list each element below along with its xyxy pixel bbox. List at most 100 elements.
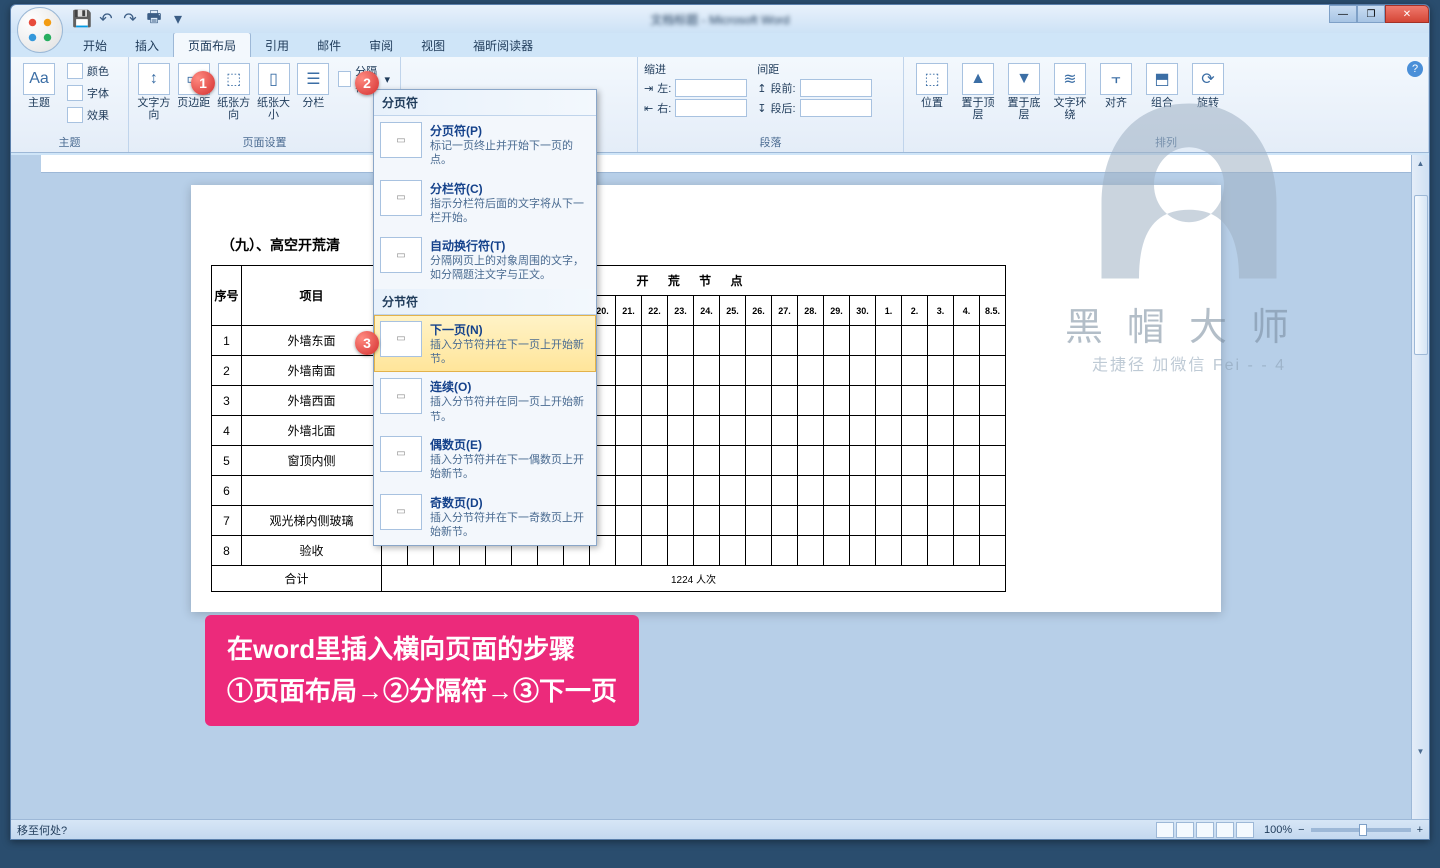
send-back-button[interactable]: ▼置于底层 bbox=[1002, 61, 1046, 123]
undo-icon[interactable]: ↶ bbox=[95, 8, 117, 30]
theme-fonts[interactable]: 字体 bbox=[63, 83, 113, 103]
dropdown-item[interactable]: ▭分栏符(C)指示分栏符后面的文字将从下一栏开始。 bbox=[374, 174, 596, 232]
node-col: 27. bbox=[772, 296, 798, 326]
print-icon[interactable]: 🖶 bbox=[143, 8, 165, 30]
table-cell bbox=[694, 476, 720, 506]
indent-left-input[interactable] bbox=[675, 79, 747, 97]
help-button[interactable]: ? bbox=[1407, 61, 1423, 77]
table-cell bbox=[928, 446, 954, 476]
tab-review[interactable]: 审阅 bbox=[355, 33, 407, 57]
size-button[interactable]: ▯纸张大小 bbox=[255, 61, 293, 123]
table-cell bbox=[980, 446, 1006, 476]
col-name: 项目 bbox=[242, 266, 382, 326]
dropdown-item[interactable]: ▭自动换行符(T)分隔网页上的对象周围的文字，如分隔题注文字与正文。 bbox=[374, 231, 596, 289]
zoom-in-icon[interactable]: + bbox=[1417, 824, 1423, 836]
vertical-scrollbar[interactable]: ▲ ▼ bbox=[1411, 155, 1429, 819]
statusbar: 移至何处? 100% − + bbox=[11, 819, 1429, 839]
office-button[interactable] bbox=[17, 7, 63, 53]
dd-section-page-breaks: 分页符 bbox=[374, 90, 596, 116]
indent-right-icon: ⇤ bbox=[644, 102, 653, 115]
qat-more-icon[interactable]: ▾ bbox=[167, 8, 189, 30]
table-cell bbox=[642, 506, 668, 536]
text-wrap-button[interactable]: ≋文字环绕 bbox=[1048, 61, 1092, 123]
table-row-seq: 2 bbox=[212, 356, 242, 386]
table-cell bbox=[902, 416, 928, 446]
table-cell bbox=[824, 536, 850, 566]
dropdown-item[interactable]: ▭分页符(P)标记一页终止并开始下一页的点。 bbox=[374, 116, 596, 174]
status-text: 移至何处? bbox=[17, 822, 67, 838]
themes-button[interactable]: Aa主题 bbox=[17, 61, 61, 111]
table-cell bbox=[980, 326, 1006, 356]
text-direction-button[interactable]: ↕文字方向 bbox=[135, 61, 173, 123]
table-cell bbox=[928, 356, 954, 386]
table-cell bbox=[850, 326, 876, 356]
group-button[interactable]: ⬒组合 bbox=[1140, 61, 1184, 111]
table-cell bbox=[876, 536, 902, 566]
table-cell bbox=[876, 356, 902, 386]
table-cell bbox=[850, 416, 876, 446]
break-type-icon: ▭ bbox=[380, 122, 422, 158]
table-row-name: 窗顶内侧 bbox=[242, 446, 382, 476]
table-cell bbox=[876, 416, 902, 446]
table-cell bbox=[798, 326, 824, 356]
dd-section-section-breaks: 分节符 bbox=[374, 289, 596, 315]
dropdown-item[interactable]: ▭连续(O)插入分节符并在同一页上开始新节。 bbox=[374, 372, 596, 430]
table-cell bbox=[876, 476, 902, 506]
indent-right-input[interactable] bbox=[675, 99, 747, 117]
table-cell bbox=[720, 326, 746, 356]
table-cell bbox=[720, 476, 746, 506]
close-button[interactable]: ✕ bbox=[1385, 5, 1429, 23]
tab-mailings[interactable]: 邮件 bbox=[303, 33, 355, 57]
table-cell bbox=[642, 416, 668, 446]
zoom-out-icon[interactable]: − bbox=[1298, 824, 1304, 836]
space-after-input[interactable] bbox=[800, 99, 872, 117]
dropdown-item[interactable]: ▭下一页(N)插入分节符并在下一页上开始新节。 bbox=[374, 315, 596, 373]
view-buttons[interactable] bbox=[1156, 822, 1254, 838]
table-cell bbox=[798, 536, 824, 566]
theme-effects[interactable]: 效果 bbox=[63, 105, 113, 125]
table-cell bbox=[720, 386, 746, 416]
redo-icon[interactable]: ↷ bbox=[119, 8, 141, 30]
zoom-control[interactable]: 100% − + bbox=[1264, 824, 1423, 836]
table-cell bbox=[798, 506, 824, 536]
theme-colors[interactable]: 颜色 bbox=[63, 61, 113, 81]
dropdown-item[interactable]: ▭偶数页(E)插入分节符并在下一偶数页上开始新节。 bbox=[374, 430, 596, 488]
table-row-seq: 1 bbox=[212, 326, 242, 356]
break-type-icon: ▭ bbox=[380, 436, 422, 472]
bring-front-button[interactable]: ▲置于顶层 bbox=[956, 61, 1000, 123]
group-arrange: ⬚位置 ▲置于顶层 ▼置于底层 ≋文字环绕 ⫟对齐 ⬒组合 ⟳旋转 排列 bbox=[904, 57, 1429, 152]
badge-1: 1 bbox=[191, 71, 215, 95]
horizontal-ruler[interactable] bbox=[41, 155, 1411, 173]
group-theme: Aa主题 颜色 字体 效果 主题 bbox=[11, 57, 129, 152]
table-row-seq: 7 bbox=[212, 506, 242, 536]
tab-view[interactable]: 视图 bbox=[407, 33, 459, 57]
table-cell bbox=[616, 416, 642, 446]
table-cell bbox=[954, 416, 980, 446]
tab-home[interactable]: 开始 bbox=[69, 33, 121, 57]
table-cell bbox=[668, 476, 694, 506]
node-col: 21. bbox=[616, 296, 642, 326]
align-button[interactable]: ⫟对齐 bbox=[1094, 61, 1138, 111]
node-col: 30. bbox=[850, 296, 876, 326]
table-cell bbox=[954, 446, 980, 476]
tab-foxit[interactable]: 福昕阅读器 bbox=[459, 33, 547, 57]
tab-insert[interactable]: 插入 bbox=[121, 33, 173, 57]
dropdown-item[interactable]: ▭奇数页(D)插入分节符并在下一奇数页上开始新节。 bbox=[374, 488, 596, 546]
scroll-thumb[interactable] bbox=[1414, 195, 1428, 355]
table-cell bbox=[642, 536, 668, 566]
scroll-up-icon[interactable]: ▲ bbox=[1412, 155, 1429, 171]
orientation-button[interactable]: ⬚纸张方向 bbox=[215, 61, 253, 123]
scroll-down-icon[interactable]: ▼ bbox=[1412, 743, 1429, 759]
columns-button[interactable]: ☰分栏 bbox=[294, 61, 332, 111]
save-icon[interactable]: 💾 bbox=[71, 8, 93, 30]
table-row-name: 外墙北面 bbox=[242, 416, 382, 446]
space-before-input[interactable] bbox=[800, 79, 872, 97]
position-button[interactable]: ⬚位置 bbox=[910, 61, 954, 111]
tab-page-layout[interactable]: 页面布局 bbox=[173, 32, 251, 57]
table-cell bbox=[772, 476, 798, 506]
minimize-button[interactable]: — bbox=[1329, 5, 1357, 23]
table-row-name: 验收 bbox=[242, 536, 382, 566]
rotate-button[interactable]: ⟳旋转 bbox=[1186, 61, 1230, 111]
tab-references[interactable]: 引用 bbox=[251, 33, 303, 57]
maximize-button[interactable]: ❐ bbox=[1357, 5, 1385, 23]
